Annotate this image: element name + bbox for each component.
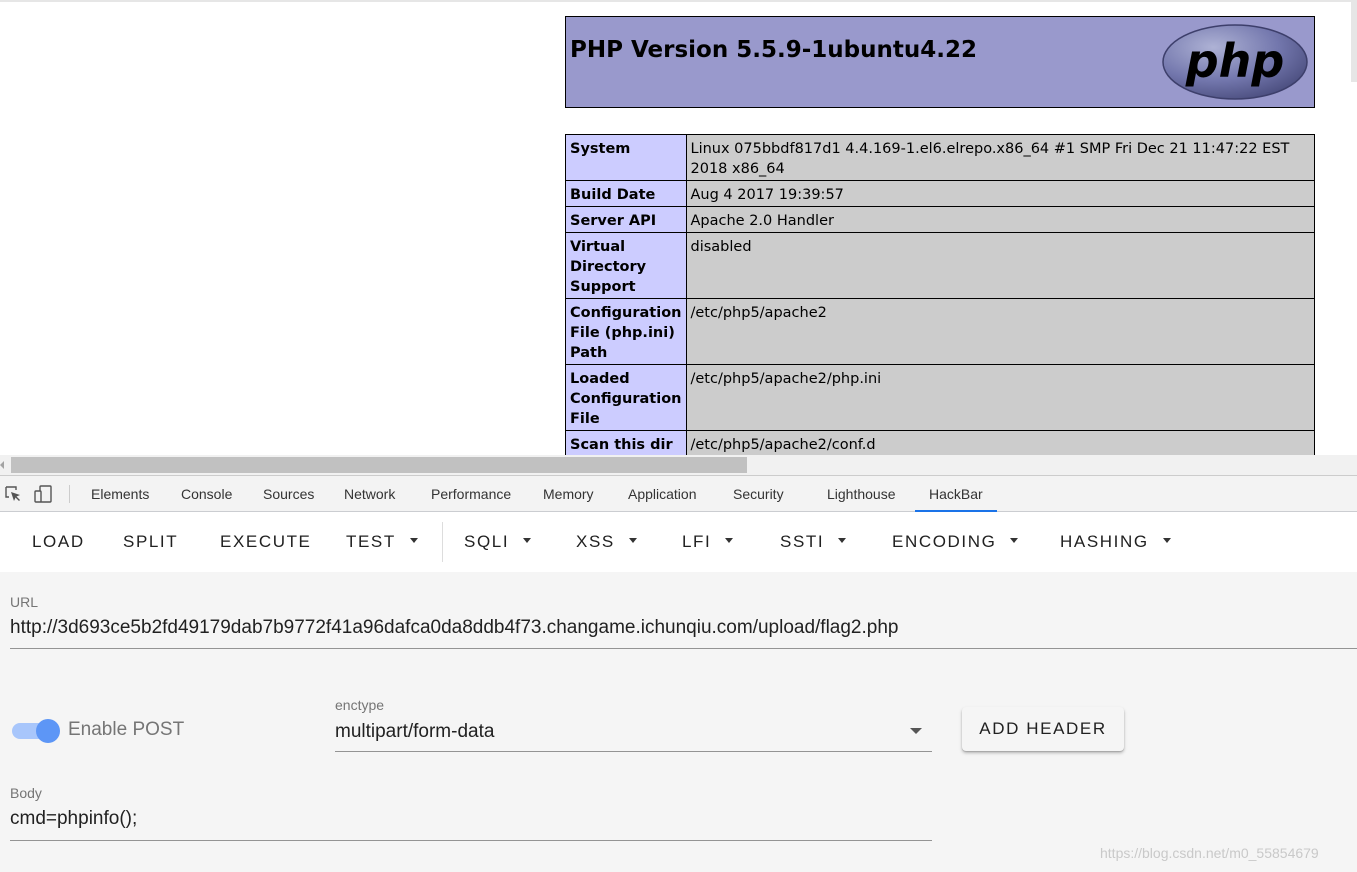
- php-version-title: PHP Version 5.5.9-1ubuntu4.22: [570, 37, 977, 63]
- tab-sources[interactable]: Sources: [263, 476, 314, 512]
- info-table-row: Build Date Aug 4 2017 19:39:57: [565, 180, 1315, 207]
- sqli-label: SQLI: [464, 532, 510, 551]
- devtools-tab-bar: Elements Console Sources Network Performance…: [0, 475, 1357, 512]
- info-key-cell: Build Date: [565, 180, 687, 207]
- info-value-cell: /etc/php5/apache2/php.ini: [685, 364, 1315, 431]
- info-key-cell: Scan this dir: [565, 430, 687, 455]
- info-table-row: Loaded Configuration File/etc/php5/apach…: [565, 364, 1315, 431]
- execute-button[interactable]: EXECUTE: [220, 532, 312, 552]
- toolbar-divider: [442, 522, 443, 562]
- caret-down-icon: [838, 538, 847, 544]
- info-key-cell: Server API: [565, 206, 687, 233]
- info-table-row: Virtual Directory Support disabled: [565, 232, 1315, 299]
- tab-security[interactable]: Security: [733, 476, 784, 512]
- sqli-menu-button[interactable]: SQLI: [464, 532, 532, 552]
- url-input[interactable]: http://3d693ce5b2fd49179dab7b9772f41a96d…: [10, 617, 898, 639]
- tab-application[interactable]: Application: [628, 476, 697, 512]
- info-value-cell: /etc/php5/apache2: [685, 298, 1315, 365]
- caret-down-icon: [1162, 538, 1171, 544]
- add-header-button[interactable]: ADD HEADER: [962, 707, 1124, 751]
- url-input-underline: [10, 648, 1357, 649]
- load-label: LOAD: [32, 532, 85, 551]
- test-label: TEST: [346, 532, 396, 551]
- caret-down-icon: [1010, 538, 1019, 544]
- horizontal-scrollbar-thumb[interactable]: [11, 457, 747, 473]
- body-textarea[interactable]: cmd=phpinfo();: [10, 808, 137, 830]
- encoding-menu-button[interactable]: ENCODING: [892, 532, 1019, 552]
- info-value-cell: Aug 4 2017 19:39:57: [685, 180, 1315, 207]
- tab-performance[interactable]: Performance: [431, 476, 511, 512]
- enable-post-label: Enable POST: [68, 719, 185, 740]
- info-value-cell: Linux 075bbdf817d1 4.4.169-1.el6.elrepo.…: [685, 134, 1315, 181]
- tab-network[interactable]: Network: [344, 476, 395, 512]
- dropdown-arrow-icon[interactable]: [910, 728, 922, 734]
- ssti-menu-button[interactable]: SSTI: [780, 532, 847, 552]
- test-menu-button[interactable]: TEST: [346, 532, 418, 552]
- hashing-label: HASHING: [1060, 532, 1149, 551]
- info-value-cell: disabled: [685, 232, 1315, 299]
- ssti-label: SSTI: [780, 532, 825, 551]
- caret-down-icon: [628, 538, 637, 544]
- tab-hackbar[interactable]: HackBar: [915, 476, 997, 512]
- tab-elements[interactable]: Elements: [91, 476, 149, 512]
- split-label: SPLIT: [123, 532, 179, 551]
- split-button[interactable]: SPLIT: [123, 532, 178, 552]
- info-key-cell: Virtual Directory Support: [565, 232, 687, 299]
- enctype-label: enctype: [335, 697, 385, 713]
- tab-lighthouse[interactable]: Lighthouse: [827, 476, 896, 512]
- caret-down-icon: [523, 538, 532, 544]
- body-textarea-underline: [10, 840, 932, 841]
- enable-post-toggle-knob[interactable]: [36, 719, 60, 743]
- lfi-label: LFI: [682, 532, 712, 551]
- enctype-select[interactable]: multipart/form-data: [335, 721, 494, 743]
- caret-down-icon: [725, 538, 734, 544]
- load-button[interactable]: LOAD: [32, 532, 85, 552]
- xss-label: XSS: [576, 532, 615, 551]
- tab-console[interactable]: Console: [181, 476, 232, 512]
- info-table-row: System Linux 075bbdf817d1 4.4.169-1.el6.e…: [565, 134, 1315, 181]
- tab-memory[interactable]: Memory: [543, 476, 594, 512]
- hackbar-toolbar: LOAD SPLIT EXECUTE TEST SQLI XSS LFI SST…: [0, 512, 1357, 572]
- caret-down-icon: [409, 538, 418, 544]
- body-label: Body: [10, 785, 42, 801]
- info-key-cell: Configuration File (php.ini) Path: [565, 298, 687, 365]
- scroll-left-arrow-icon[interactable]: [0, 461, 4, 469]
- device-toolbar-icon[interactable]: [34, 485, 54, 503]
- info-table-row: Scan this dir/etc/php5/apache2/conf.d: [565, 430, 1315, 455]
- php-logo-text: php: [1185, 34, 1285, 88]
- info-table-row: Configuration File (php.ini) Path/etc/ph…: [565, 298, 1315, 365]
- encoding-label: ENCODING: [892, 532, 997, 551]
- xss-menu-button[interactable]: XSS: [576, 532, 637, 552]
- php-info-table: System Linux 075bbdf817d1 4.4.169-1.el6.e…: [565, 134, 1315, 455]
- vertical-scrollbar[interactable]: [1351, 2, 1357, 82]
- php-version-header: PHP Version 5.5.9-1ubuntu4.22 php: [565, 16, 1315, 108]
- info-key-cell: Loaded Configuration File: [565, 364, 687, 431]
- info-value-cell: /etc/php5/apache2/conf.d: [685, 430, 1315, 455]
- inspect-element-icon[interactable]: [4, 485, 22, 503]
- watermark: https://blog.csdn.net/m0_55854679: [1100, 845, 1319, 861]
- horizontal-scrollbar[interactable]: [0, 455, 1357, 475]
- info-key-cell: System: [565, 134, 687, 181]
- page-viewport: PHP Version 5.5.9-1ubuntu4.22 php System…: [0, 0, 1357, 455]
- php-logo: php: [1162, 24, 1308, 100]
- info-value-cell: Apache 2.0 Handler: [685, 206, 1315, 233]
- enctype-select-underline: [335, 751, 932, 752]
- lfi-menu-button[interactable]: LFI: [682, 532, 734, 552]
- toolbar-divider: [69, 485, 70, 503]
- hackbar-panel: LOAD SPLIT EXECUTE TEST SQLI XSS LFI SST…: [0, 512, 1357, 872]
- hashing-menu-button[interactable]: HASHING: [1060, 532, 1171, 552]
- info-table-row: Server API Apache 2.0 Handler: [565, 206, 1315, 233]
- url-label: URL: [10, 594, 39, 610]
- execute-label: EXECUTE: [220, 532, 312, 551]
